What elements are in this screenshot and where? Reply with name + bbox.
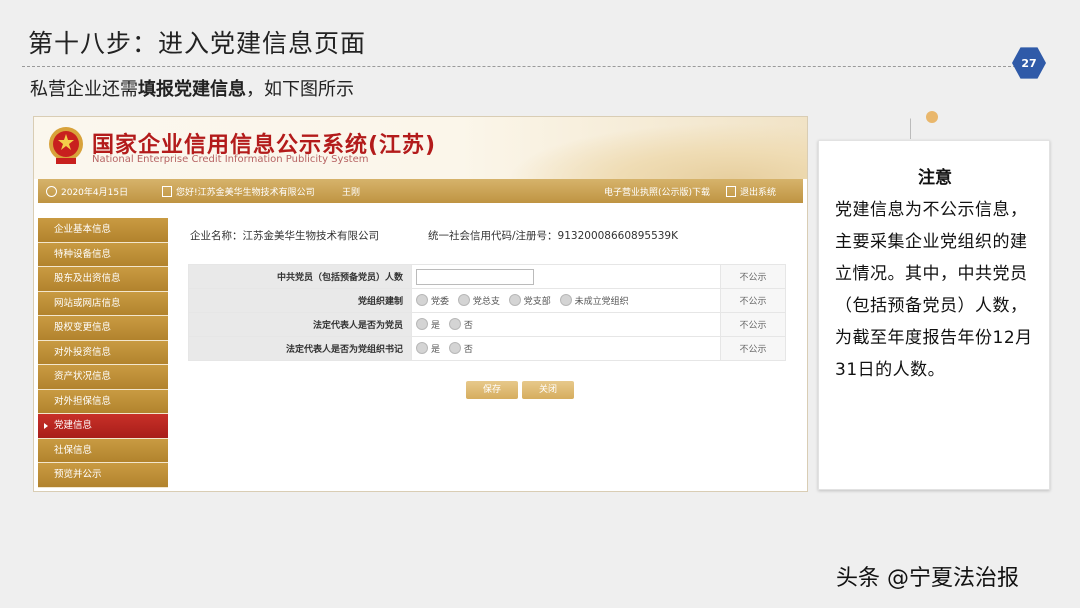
portal-screenshot: 国家企业信用信息公示系统(江苏) National Enterprise Cre… <box>33 116 808 492</box>
org-type-label: 党组织建制 <box>188 288 412 313</box>
subtitle-suffix: ，如下图所示 <box>246 79 354 100</box>
radio-org-general-branch[interactable]: 党总支 <box>457 294 500 307</box>
radio-org-committee[interactable]: 党委 <box>416 294 449 307</box>
note-card: 注意 党建信息为不公示信息，主要采集企业党组织的建立情况。其中，中共党员（包括预… <box>818 140 1050 490</box>
member-count-label: 中共党员（包括预备党员）人数 <box>188 264 412 289</box>
date-display: 2020年4月15日 <box>46 185 128 198</box>
page-number-badge: 27 <box>1012 47 1046 79</box>
portal-sidebar: 企业基本信息 特种设备信息 股东及出资信息 网站或网店信息 股权变更信息 对外投资信息 资产… <box>38 218 168 488</box>
radio-icon <box>508 294 521 306</box>
radio-icon <box>448 318 461 330</box>
radio-org-none[interactable]: 未成立党组织 <box>559 294 629 307</box>
sidebar-item-3[interactable]: 网站或网店信息 <box>38 291 168 316</box>
radio-icon <box>559 294 572 306</box>
note-body: 党建信息为不公示信息，主要采集企业党组织的建立情况。其中，中共党员（包括预备党员… <box>835 200 1033 380</box>
national-emblem-icon <box>49 127 83 164</box>
date-text: 2020年4月15日 <box>61 188 129 198</box>
portal-title-en: National Enterprise Credit Information P… <box>92 154 369 165</box>
radio-rep-secretary-no[interactable]: 否 <box>448 342 473 355</box>
sidebar-item-6[interactable]: 资产状况信息 <box>38 365 168 390</box>
title-divider <box>22 66 1016 67</box>
pin-icon <box>926 111 938 123</box>
radio-rep-member-no[interactable]: 否 <box>448 318 473 331</box>
portal-banner: 国家企业信用信息公示系统(江苏) National Enterprise Cre… <box>34 117 807 179</box>
radio-icon <box>448 342 461 354</box>
form-row-member-count: 中共党员（包括预备党员）人数 不公示 <box>188 264 786 289</box>
sidebar-item-1[interactable]: 特种设备信息 <box>38 242 168 267</box>
welcome-display: 您好!江苏金美华生物技术有限公司 <box>162 185 315 198</box>
sidebar-item-10[interactable]: 预览并公示 <box>38 463 168 488</box>
logout-text: 退出系统 <box>740 188 777 198</box>
sidebar-item-5[interactable]: 对外投资信息 <box>38 340 168 365</box>
sidebar-item-2[interactable]: 股东及出资信息 <box>38 267 168 292</box>
credit-code: 统一社会信用代码/注册号：91320008660895539K <box>428 230 678 242</box>
subtitle-emphasis: 填报党建信息 <box>138 79 246 100</box>
save-button[interactable]: 保存 <box>466 381 518 399</box>
sidebar-item-7[interactable]: 对外担保信息 <box>38 389 168 414</box>
subtitle-prefix: 私营企业还需 <box>30 79 138 100</box>
rep-secretary-label: 法定代表人是否为党组织书记 <box>188 336 412 361</box>
visibility-status: 不公示 <box>720 312 786 337</box>
sidebar-item-8[interactable]: 党建信息 <box>38 414 168 439</box>
radio-icon <box>416 294 428 306</box>
slide-title: 第十八步：进入党建信息页面 <box>28 29 367 58</box>
form-row-rep-secretary: 法定代表人是否为党组织书记 是 否 不公示 <box>188 336 786 361</box>
clock-icon <box>46 186 57 197</box>
radio-rep-secretary-yes[interactable]: 是 <box>416 342 440 355</box>
rep-member-label: 法定代表人是否为党员 <box>188 312 412 337</box>
close-button[interactable]: 关闭 <box>522 381 574 399</box>
radio-icon <box>416 318 428 330</box>
user-icon <box>162 186 172 197</box>
slide-subtitle: 私营企业还需填报党建信息，如下图所示 <box>30 75 354 101</box>
radio-org-branch[interactable]: 党支部 <box>508 294 551 307</box>
company-name: 企业名称：江苏金美华生物技术有限公司 <box>190 230 379 242</box>
portal-info-bar: 2020年4月15日 您好!江苏金美华生物技术有限公司 王刚 电子营业执照(公示… <box>38 179 803 203</box>
visibility-status: 不公示 <box>720 336 786 361</box>
license-download-link[interactable]: 电子营业执照(公示版)下载 <box>604 185 710 198</box>
visibility-status: 不公示 <box>720 264 786 289</box>
party-info-form: 中共党员（包括预备党员）人数 不公示 党组织建制 党委 党总支 党支部 未成立党… <box>188 264 786 361</box>
party-info-panel: 企业名称：江苏金美华生物技术有限公司 统一社会信用代码/注册号：91320008… <box>180 218 800 464</box>
user-name: 王刚 <box>342 188 361 198</box>
banner-mountain-decoration <box>507 123 807 179</box>
source-watermark: 头条 @宁夏法治报 <box>836 566 1019 591</box>
visibility-status: 不公示 <box>720 288 786 313</box>
radio-icon <box>416 342 428 354</box>
note-title: 注意 <box>918 168 952 188</box>
member-count-input[interactable] <box>416 268 534 285</box>
radio-rep-member-yes[interactable]: 是 <box>416 318 440 331</box>
form-row-rep-member: 法定代表人是否为党员 是 否 不公示 <box>188 312 786 337</box>
logout-icon <box>726 186 736 197</box>
sidebar-item-9[interactable]: 社保信息 <box>38 438 168 463</box>
form-row-org-type: 党组织建制 党委 党总支 党支部 未成立党组织 不公示 <box>188 288 786 313</box>
sidebar-item-0[interactable]: 企业基本信息 <box>38 218 168 243</box>
radio-icon <box>457 294 470 306</box>
logout-link[interactable]: 退出系统 <box>726 185 776 198</box>
sidebar-item-4[interactable]: 股权变更信息 <box>38 316 168 341</box>
welcome-text: 您好!江苏金美华生物技术有限公司 <box>176 188 315 198</box>
